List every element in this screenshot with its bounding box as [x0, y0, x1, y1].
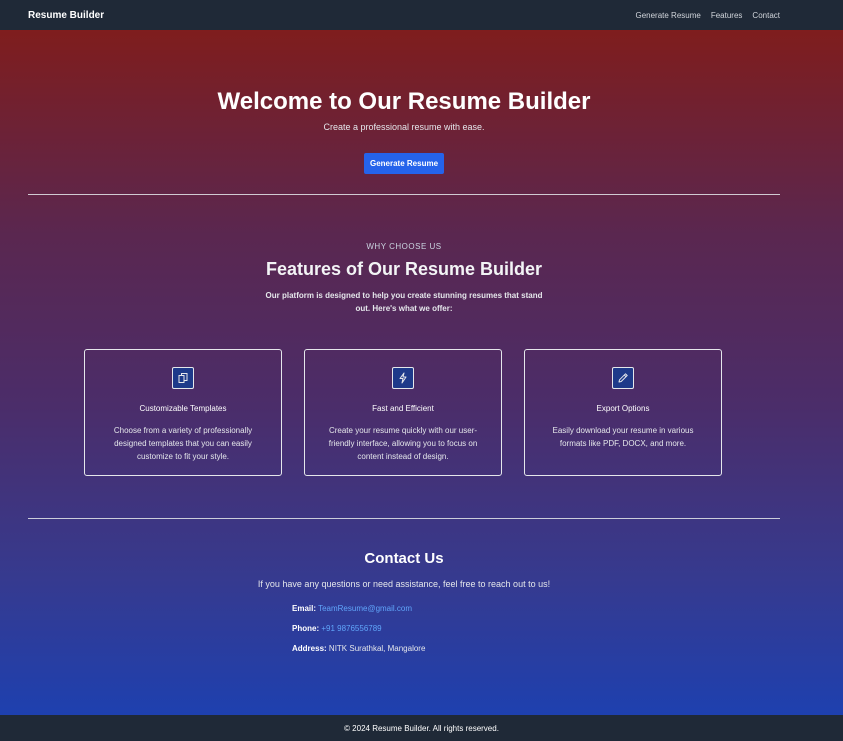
nav-link-features[interactable]: Features [711, 11, 743, 20]
section-divider [28, 194, 780, 195]
features-title: Features of Our Resume Builder [265, 259, 543, 279]
features-description: Our platform is designed to help you cre… [265, 291, 543, 313]
contact-title: Contact Us [364, 550, 444, 567]
feature-card-text: Easily download your resume in various f… [552, 426, 694, 448]
generate-resume-button[interactable]: Generate Resume [364, 153, 444, 174]
hero-subtitle: Create a professional resume with ease. [323, 122, 485, 132]
templates-icon [172, 367, 194, 389]
hero-title: Welcome to Our Resume Builder [217, 88, 591, 115]
feature-card-export: Export Options Easily download your resu… [524, 349, 722, 476]
contact-subtitle: If you have any questions or need assist… [257, 579, 551, 589]
feature-card-text: Choose from a variety of professionally … [113, 426, 253, 461]
contact-phone: Phone: +91 9876556789 [292, 624, 382, 633]
nav-link-contact[interactable]: Contact [752, 11, 780, 20]
nav-link-generate-resume[interactable]: Generate Resume [635, 11, 700, 20]
navbar: Resume Builder Generate Resume Features … [0, 0, 843, 30]
feature-card-title: Customizable Templates [139, 404, 227, 413]
phone-label: Phone: [292, 624, 320, 633]
feature-card-fast: Fast and Efficient Create your resume qu… [304, 349, 502, 476]
pencil-icon [612, 367, 634, 389]
brand-logo[interactable]: Resume Builder [28, 10, 104, 21]
nav-links: Generate Resume Features Contact [635, 11, 780, 20]
footer: © 2024 Resume Builder. All rights reserv… [0, 715, 843, 741]
section-divider [28, 518, 780, 519]
contact-email: Email: TeamResume@gmail.com [292, 604, 412, 613]
email-label: Email: [292, 604, 317, 613]
feature-card-templates: Customizable Templates Choose from a var… [84, 349, 282, 476]
address-value: NITK Surathkal, Mangalore [328, 644, 426, 653]
contact-address: Address: NITK Surathkal, Mangalore [292, 644, 425, 653]
address-label: Address: [292, 644, 327, 653]
lightning-icon [392, 367, 414, 389]
feature-card-title: Export Options [596, 404, 650, 413]
feature-card-text: Create your resume quickly with our user… [328, 426, 478, 461]
feature-card-title: Fast and Efficient [372, 404, 434, 413]
phone-link[interactable]: +91 9876556789 [321, 624, 381, 633]
email-link[interactable]: TeamResume@gmail.com [318, 604, 412, 613]
main-content: Welcome to Our Resume Builder Create a p… [0, 30, 843, 715]
footer-copyright: © 2024 Resume Builder. All rights reserv… [344, 723, 499, 733]
features-eyebrow: WHY CHOOSE US [366, 242, 442, 251]
